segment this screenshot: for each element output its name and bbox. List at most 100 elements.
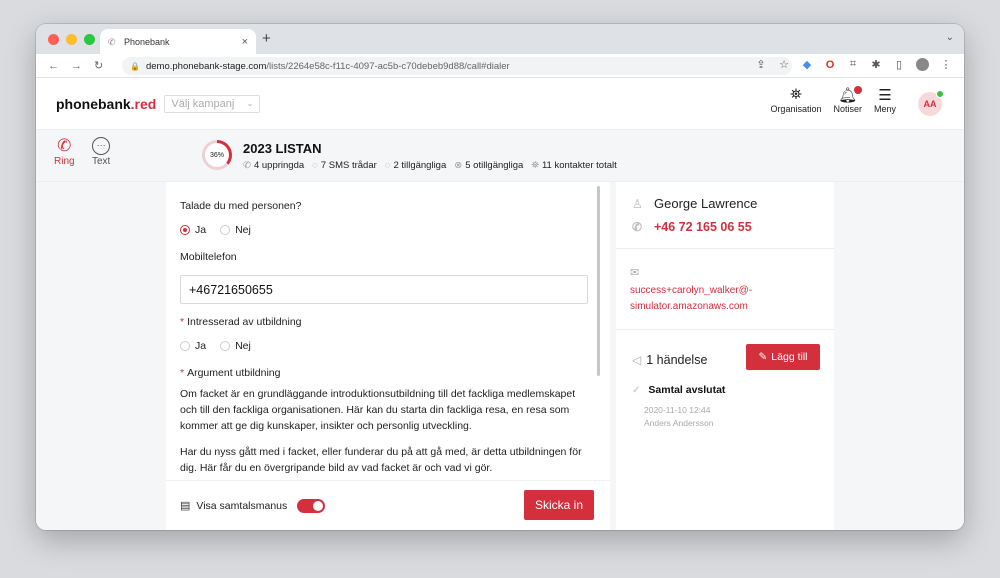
person-icon: ♙ bbox=[632, 196, 643, 211]
extension-opera-icon[interactable]: O bbox=[824, 59, 836, 71]
browser-toolbar: ⇪ ☆ ◆ O ⌗ ✱ ▯ ⋮ bbox=[755, 58, 952, 71]
add-event-button[interactable]: ✎ Lägg till bbox=[746, 344, 820, 370]
submit-button[interactable]: Skicka in bbox=[524, 490, 594, 520]
close-window-button[interactable] bbox=[48, 34, 59, 45]
back-icon[interactable]: ← bbox=[48, 60, 59, 72]
url-domain: demo.phonebank-stage.com bbox=[145, 60, 267, 72]
radio-group-spoke: Ja Nej bbox=[180, 224, 596, 236]
radio-interested-yes[interactable]: Ja bbox=[180, 340, 206, 352]
radio-checked[interactable] bbox=[180, 225, 190, 235]
form-scroll-area: Talade du med personen? Ja Nej Mobiltele… bbox=[166, 182, 610, 480]
avatar-initials: AA bbox=[923, 99, 937, 109]
close-tab-icon[interactable]: × bbox=[242, 36, 248, 48]
contact-email[interactable]: success+carolyn_walker@-simulator.amazon… bbox=[630, 283, 820, 315]
chevron-down-icon[interactable]: ⌄ bbox=[946, 32, 954, 43]
address-bar: ← → ↻ 🔒 demo.phonebank-stage.com/lists/2… bbox=[36, 54, 964, 78]
required-marker: * bbox=[180, 367, 185, 379]
contact-name-row: ♙ George Lawrence bbox=[632, 196, 818, 211]
nav-meny[interactable]: ☰ Meny bbox=[874, 86, 896, 114]
stat-called: ✆ 4 uppringda bbox=[243, 160, 305, 171]
app-header: phonebank.red Välj kampanj ⌄ ⛯ Organisat… bbox=[36, 78, 964, 130]
check-icon: ✓ bbox=[632, 384, 641, 396]
events-section: ◁ 1 händelse ✎ Lägg till ✓ Samtal avslutat … bbox=[616, 330, 834, 430]
contact-name: George Lawrence bbox=[654, 196, 758, 211]
radio-interested-no[interactable]: Nej bbox=[220, 340, 251, 352]
extension-frame-icon[interactable]: ⌗ bbox=[847, 58, 859, 71]
radio-unchecked[interactable] bbox=[220, 225, 231, 235]
nav-notiser-label: Notiser bbox=[833, 104, 862, 114]
phone-icon: ✆ bbox=[632, 220, 643, 234]
url-field[interactable]: 🔒 demo.phonebank-stage.com/lists/2264e58… bbox=[122, 57, 792, 75]
question-argument: * Argument utbildning bbox=[180, 367, 281, 379]
form-footer: ▤ Visa samtalsmanus Skicka in bbox=[166, 480, 610, 530]
people-icon: ⛯ bbox=[531, 160, 539, 171]
radio-spoke-no[interactable]: Nej bbox=[220, 224, 251, 236]
mode-text-label: Text bbox=[92, 156, 111, 167]
progress-label: 36% bbox=[209, 151, 224, 159]
avatar[interactable]: AA bbox=[918, 90, 944, 116]
scrollbar[interactable] bbox=[597, 186, 600, 376]
nav-organisation-label: Organisation bbox=[770, 104, 822, 114]
edit-icon: ✎ bbox=[758, 351, 768, 363]
tab-title: Phonebank bbox=[124, 36, 170, 47]
bookmark-star-icon[interactable]: ☆ bbox=[778, 59, 790, 71]
logo-accent: .red bbox=[130, 95, 157, 112]
radio-group-interested: Ja Nej bbox=[180, 340, 596, 352]
sidepanel-icon[interactable]: ▯ bbox=[893, 59, 905, 71]
event-date: 2020-11-10 12:44 bbox=[644, 405, 711, 415]
online-status-dot bbox=[936, 90, 944, 98]
new-tab-icon[interactable]: + bbox=[262, 30, 271, 47]
megaphone-icon: ◁ bbox=[632, 353, 642, 367]
more-icon[interactable]: ⋮ bbox=[940, 59, 952, 71]
nav-meny-label: Meny bbox=[873, 104, 896, 114]
mobile-label: Mobiltelefon bbox=[180, 251, 237, 263]
question-interested: * Intresserad av utbildning bbox=[180, 316, 302, 328]
share-icon[interactable]: ⇪ bbox=[755, 59, 767, 71]
list-stats: ✆ 4 uppringda ◌ 7 SMS trådar ◌ 2 tillgängli… bbox=[243, 160, 617, 171]
event-meta: 2020-11-10 12:44 Anders Andersson bbox=[644, 404, 820, 430]
mode-text[interactable]: ··· Text bbox=[92, 136, 110, 167]
maximize-window-button[interactable] bbox=[84, 34, 95, 45]
logo-main: phonebank bbox=[56, 95, 131, 112]
nav-organisation[interactable]: ⛯ Organisation bbox=[770, 86, 821, 114]
header-nav: ⛯ Organisation 🔔︎ Notiser ☰ Meny AA bbox=[770, 86, 944, 116]
tab-bar: ✆ Phonebank × + ⌄ bbox=[36, 24, 964, 54]
script-icon: ▤ bbox=[180, 500, 191, 512]
mobile-input[interactable]: +46721650655 bbox=[180, 275, 588, 304]
contact-phone-row[interactable]: ✆ +46 72 165 06 55 bbox=[632, 220, 818, 234]
minimize-window-button[interactable] bbox=[66, 34, 77, 45]
logo[interactable]: phonebank.red bbox=[56, 96, 156, 112]
mode-ring-label: Ring bbox=[54, 156, 75, 167]
contact-phone[interactable]: +46 72 165 06 55 bbox=[654, 220, 752, 234]
question-spoke: Talade du med personen? bbox=[180, 200, 302, 212]
campaign-select[interactable]: Välj kampanj ⌄ bbox=[164, 94, 261, 113]
phone-favicon-icon: ✆ bbox=[108, 36, 116, 47]
radio-spoke-yes[interactable]: Ja bbox=[180, 224, 206, 236]
event-author: Anders Andersson bbox=[644, 418, 714, 428]
forward-icon[interactable]: → bbox=[71, 60, 82, 72]
stat-sms: ◌ 7 SMS trådar bbox=[312, 160, 377, 171]
reload-icon[interactable]: ↻ bbox=[94, 59, 103, 72]
phone-icon: ✆ bbox=[57, 136, 72, 155]
extension-color-icon[interactable]: ◆ bbox=[801, 59, 813, 71]
required-marker: * bbox=[180, 316, 185, 328]
stat-total: ⛯ 11 kontakter totalt bbox=[531, 160, 617, 171]
browser-tab[interactable]: ✆ Phonebank × bbox=[100, 29, 256, 54]
menu-icon: ☰ bbox=[878, 87, 892, 104]
x-circle-icon: ⊗ bbox=[454, 160, 463, 171]
stat-unavailable: ⊗ 5 otillgängliga bbox=[454, 160, 524, 171]
event-item: ✓ Samtal avslutat bbox=[632, 384, 820, 396]
profile-icon[interactable] bbox=[916, 58, 929, 71]
extensions-puzzle-icon[interactable]: ✱ bbox=[870, 59, 882, 71]
check-circle-icon: ◌ bbox=[384, 160, 391, 171]
radio-unchecked[interactable] bbox=[180, 341, 190, 351]
contact-info: ♙ George Lawrence ✆ +46 72 165 06 55 bbox=[616, 182, 834, 249]
mail-icon: ✉ bbox=[630, 267, 640, 279]
script-toggle[interactable] bbox=[297, 498, 326, 513]
stat-available: ◌ 2 tillgängliga bbox=[384, 160, 447, 171]
nav-notiser[interactable]: 🔔︎ Notiser bbox=[833, 86, 863, 114]
sms-icon: ◌ bbox=[312, 160, 318, 171]
browser-window: ✆ Phonebank × + ⌄ ← → ↻ 🔒 demo.phonebank… bbox=[36, 24, 964, 530]
mode-ring[interactable]: ✆ Ring bbox=[54, 136, 75, 167]
radio-unchecked[interactable] bbox=[220, 341, 231, 351]
